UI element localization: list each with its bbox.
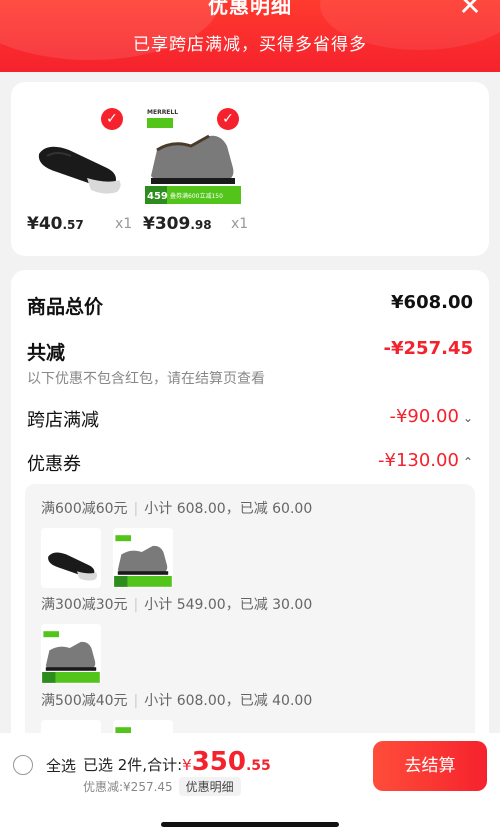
coupon-rule: 满300减30元 | 小计 549.00，已减 30.00 xyxy=(41,597,313,613)
svg-text:MERRELL: MERRELL xyxy=(147,109,178,116)
cross-store-label: 跨店满减 xyxy=(27,410,99,431)
close-icon[interactable]: ✕ xyxy=(456,0,484,20)
total-reduce-label: 共减 xyxy=(27,342,66,364)
selected-check-icon[interactable]: ✓ xyxy=(101,108,123,130)
product-thumb-socks xyxy=(41,528,101,588)
chevron-down-icon: ⌄ xyxy=(462,411,473,425)
selected-products-card: ✓ ¥40.57 x1 MERRELL 459 叠券满600立减150 ✓ ¥3… xyxy=(11,82,489,256)
chevron-up-icon: ⌃ xyxy=(462,455,473,469)
svg-text:459: 459 xyxy=(147,191,168,202)
discount-note: 以下优惠不包含红包，请在结算页查看 xyxy=(27,371,265,387)
coupon-value: -¥130.00 xyxy=(378,450,459,471)
cross-store-value: -¥90.00 xyxy=(389,406,459,427)
product-thumb-shoe xyxy=(113,528,173,588)
svg-text:叠券满600立减150: 叠券满600立减150 xyxy=(170,192,223,200)
discount-summary: 优惠减:¥257.45 优惠明细 xyxy=(83,777,241,796)
cross-store-row[interactable]: -¥90.00 ⌄ xyxy=(389,406,473,427)
page-title: 优惠明细 xyxy=(208,0,292,18)
page-subtitle: 已享跨店满减，买得多省得多 xyxy=(133,35,367,55)
selected-check-icon[interactable]: ✓ xyxy=(217,108,239,130)
coupon-rule: 满600减60元 | 小计 608.00，已减 60.00 xyxy=(41,501,313,517)
header: 优惠明细 已享跨店满减，买得多省得多 ✕ xyxy=(0,0,500,72)
checkout-button[interactable]: 去结算 xyxy=(373,741,487,791)
total-price-label: 商品总价 xyxy=(27,296,104,318)
select-all-radio[interactable] xyxy=(13,755,33,775)
total-reduce-value: -¥257.45 xyxy=(383,338,473,359)
discount-detail-button[interactable]: 优惠明细 xyxy=(178,777,241,796)
select-all-label[interactable]: 全选 xyxy=(46,755,76,776)
product-thumb-shoe xyxy=(41,624,101,684)
product-qty: x1 xyxy=(115,216,133,232)
home-indicator xyxy=(161,822,339,827)
coupon-rule: 满500减40元 | 小计 608.00，已减 40.00 xyxy=(41,693,313,709)
coupon-label: 优惠券 xyxy=(27,454,81,475)
selection-summary: 已选 2件,合计:¥350.55 xyxy=(83,747,271,777)
product-price: ¥309.98 xyxy=(143,214,212,234)
product-qty: x1 xyxy=(231,216,249,232)
product-price: ¥40.57 xyxy=(27,214,84,234)
total-price-value: ¥608.00 xyxy=(391,292,473,313)
coupon-row[interactable]: -¥130.00 ⌃ xyxy=(378,450,473,471)
discount-breakdown-card: 商品总价 ¥608.00 共减 -¥257.45 以下优惠不包含红包，请在结算页… xyxy=(11,270,489,790)
